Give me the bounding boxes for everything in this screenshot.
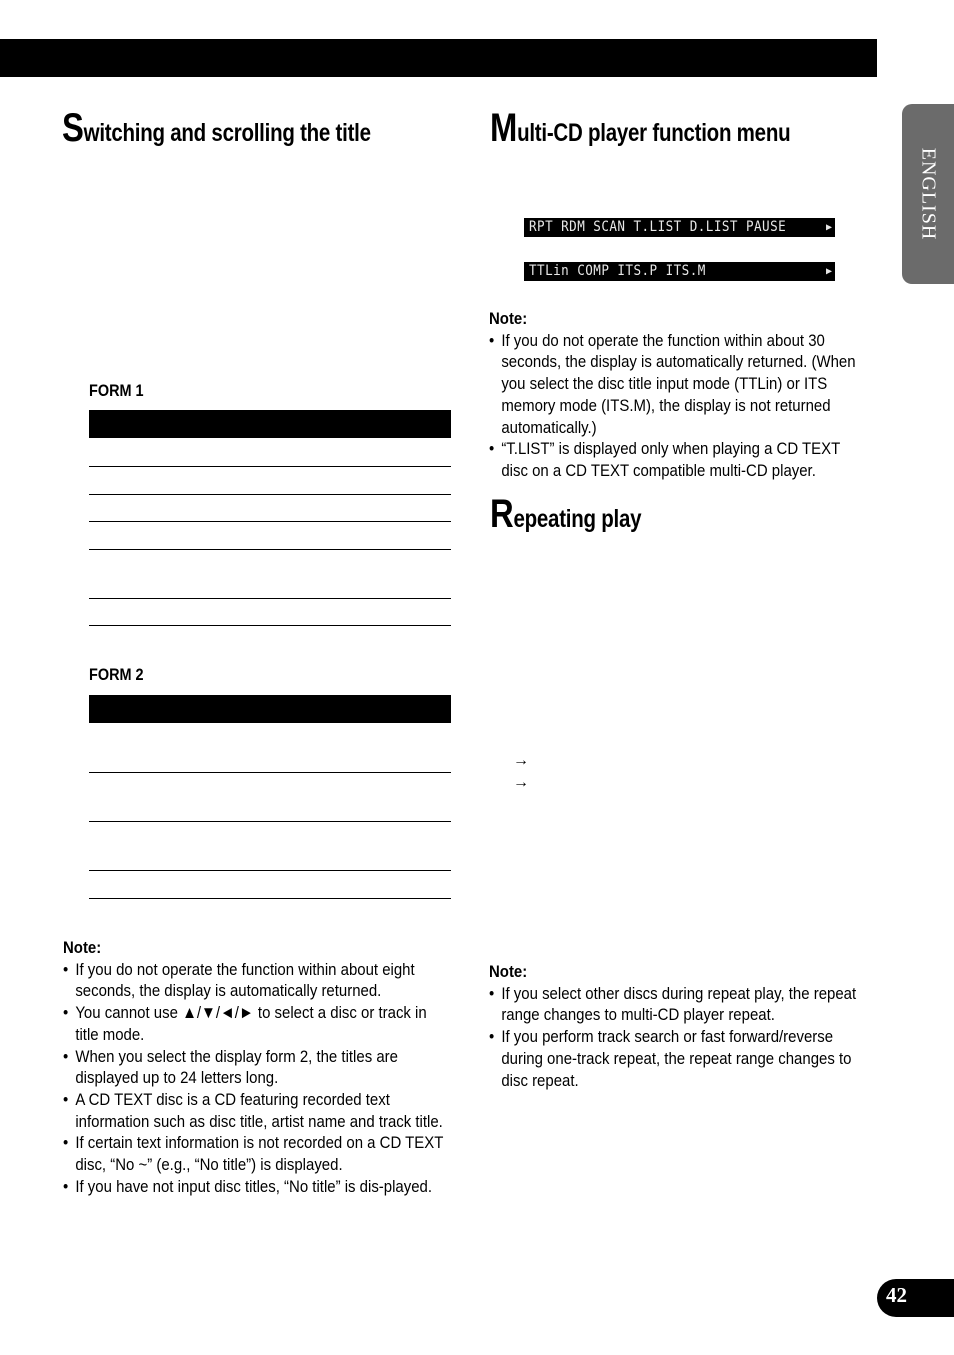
note-item: If you select other discs during repeat … <box>489 983 869 1026</box>
table-row <box>89 438 451 467</box>
note-repeating: Note: If you select other discs during r… <box>489 961 869 1091</box>
section-heading-switching: Switching and scrolling the title <box>62 108 371 148</box>
note-list: If you select other discs during repeat … <box>489 983 869 1092</box>
table-row <box>89 822 451 871</box>
form2-label: FORM 2 <box>89 665 144 684</box>
table-row <box>89 467 451 495</box>
note-item: If you do not operate the function withi… <box>63 959 450 1002</box>
language-tab: ENGLISH <box>902 104 954 284</box>
note-item: When you select the display form 2, the … <box>63 1046 450 1089</box>
language-tab-label: ENGLISH <box>917 147 940 241</box>
table-row <box>89 599 451 626</box>
page-number: 42 <box>886 1283 907 1307</box>
note-switching: Note: If you do not operate the function… <box>63 937 450 1197</box>
form1-table <box>89 410 451 626</box>
page-number-tab: 42 <box>877 1279 954 1317</box>
display-text: RPT RDM SCAN T.LIST D.LIST PAUSE <box>529 219 787 235</box>
note-item: If you do not operate the function withi… <box>489 330 869 439</box>
function-menu-display-2: TTLin COMP ITS.P ITS.M ▶ <box>524 262 835 281</box>
table-row <box>89 723 451 773</box>
form1-table-header <box>89 410 451 438</box>
note-item: If you perform track search or fast forw… <box>489 1026 869 1091</box>
section-heading-multi-cd: Multi-CD player function menu <box>490 106 791 150</box>
note-title: Note: <box>489 962 528 981</box>
form2-table <box>89 695 451 899</box>
right-arrow-icon: → <box>513 752 529 769</box>
note-item: “T.LIST” is displayed only when playing … <box>489 438 869 481</box>
note-title: Note: <box>63 938 102 957</box>
note-item: A CD TEXT disc is a CD featuring recorde… <box>63 1089 450 1132</box>
table-row <box>89 495 451 522</box>
next-arrow-icon: ▶ <box>825 266 832 277</box>
form1-label: FORM 1 <box>89 381 144 400</box>
section-heading-repeating: Repeating play <box>490 492 642 536</box>
table-row <box>89 773 451 822</box>
function-menu-display-1: RPT RDM SCAN T.LIST D.LIST PAUSE ▶ <box>524 218 835 237</box>
note-list: If you do not operate the function withi… <box>63 959 450 1198</box>
table-row <box>89 550 451 599</box>
display-text: TTLin COMP ITS.P ITS.M <box>529 263 706 279</box>
note-title: Note: <box>489 309 528 328</box>
header-bar <box>0 39 877 77</box>
note-multi-cd: Note: If you do not operate the function… <box>489 308 869 482</box>
heading-text: epeating play <box>513 505 642 533</box>
table-row <box>89 871 451 899</box>
heading-text: witching and scrolling the title <box>83 119 371 147</box>
heading-initial: M <box>490 106 518 150</box>
form2-table-header <box>89 695 451 723</box>
note-item: If certain text information is not recor… <box>63 1132 450 1175</box>
heading-initial: R <box>490 492 514 536</box>
right-arrow-icon: → <box>513 774 529 791</box>
note-list: If you do not operate the function withi… <box>489 330 869 482</box>
table-row <box>89 522 451 550</box>
next-arrow-icon: ▶ <box>825 222 832 233</box>
heading-text: ulti-CD player function menu <box>517 119 791 147</box>
note-item: You cannot use ▲/▼/◄/► to select a disc … <box>63 1002 450 1045</box>
note-item: If you have not input disc titles, “No t… <box>63 1176 450 1198</box>
heading-initial: S <box>62 106 84 150</box>
